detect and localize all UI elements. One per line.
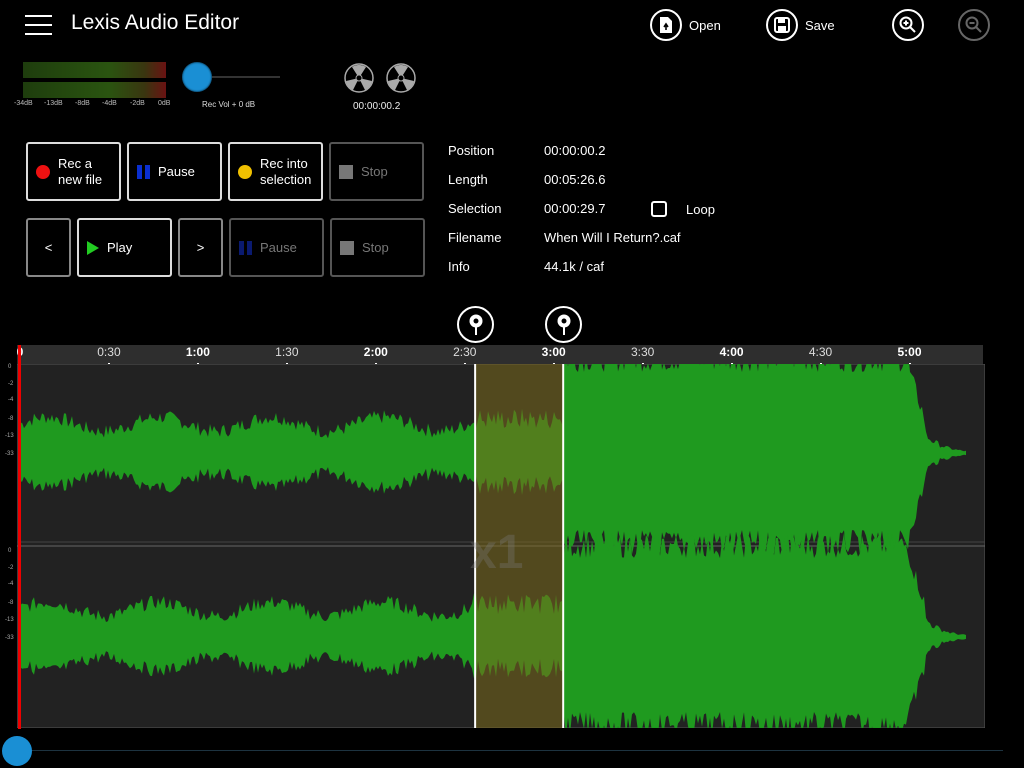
menu-icon[interactable] (25, 13, 52, 37)
db-label: -4 (8, 581, 14, 587)
db-label: -8 (8, 600, 14, 606)
loop-checkbox[interactable] (651, 201, 667, 217)
record-stop-button[interactable]: Stop (329, 142, 424, 201)
play-button[interactable]: Play (77, 218, 172, 277)
db-label: -13 (5, 617, 14, 623)
ruler-label: 5:00 (897, 345, 922, 359)
rec-volume-slider[interactable] (182, 62, 212, 92)
ruler-label: 2:30 (453, 345, 477, 359)
selection-value: 00:00:29.7 (544, 201, 606, 216)
db-label: -4 (8, 397, 14, 403)
zoom-in-icon (892, 9, 924, 41)
rec-volume-track[interactable] (205, 76, 280, 78)
stop-icon (340, 240, 354, 255)
play-pause-button[interactable]: Pause (229, 218, 324, 277)
length-value: 00:05:26.6 (544, 172, 606, 187)
info-label: Info (448, 259, 470, 274)
save-disk-icon (766, 9, 798, 41)
length-label: Length (448, 172, 488, 187)
rec-volume-label: Rec Vol + 0 dB (202, 100, 256, 109)
prev-button[interactable]: < (26, 218, 71, 277)
ruler-label: 2:00 (363, 345, 388, 359)
zoom-in-button[interactable] (892, 9, 924, 41)
tape-reel-icon (386, 63, 416, 93)
pin-icon (469, 314, 482, 335)
ruler-label: 3:30 (630, 345, 655, 359)
rec-new-file-button[interactable]: Rec a new file (26, 142, 121, 201)
filename-value: When Will I Return?.caf (544, 230, 681, 245)
record-dot-yellow-icon (238, 164, 252, 179)
play-stop-button[interactable]: Stop (330, 218, 425, 277)
zoom-out-button[interactable] (958, 9, 990, 41)
selection-start-marker[interactable] (457, 306, 494, 343)
db-label: 0 (8, 548, 12, 554)
save-label: Save (805, 17, 835, 33)
rec-into-selection-button[interactable]: Rec into selection (228, 142, 323, 201)
next-button[interactable]: > (178, 218, 223, 277)
pause-icon (137, 164, 150, 179)
ruler-label: 3:00 (541, 345, 566, 359)
ruler-label: 4:00 (719, 345, 744, 359)
db-label: -13 (5, 433, 14, 439)
filename-label: Filename (448, 230, 502, 245)
db-label: 0 (8, 364, 12, 370)
selection-label: Selection (448, 201, 502, 216)
scroll-knob[interactable] (2, 736, 32, 766)
stop-icon (339, 164, 353, 179)
record-pause-button[interactable]: Pause (127, 142, 222, 201)
save-button[interactable]: Save (766, 9, 835, 41)
pin-icon (557, 314, 570, 335)
pause-icon (239, 240, 252, 255)
db-label: -33 (5, 451, 14, 457)
db-label: -33 (5, 635, 14, 641)
reel-time: 00:00:00.2 (353, 101, 401, 112)
app-title: Lexis Audio Editor (71, 11, 240, 34)
zoom-level-label: x1 (470, 526, 524, 579)
position-label: Position (448, 143, 495, 158)
zoom-out-icon (958, 9, 990, 41)
level-meter-left (23, 62, 166, 78)
record-dot-icon (36, 164, 50, 179)
timeline-ruler[interactable]: 00:301:001:302:002:303:003:304:004:305:0… (17, 345, 983, 368)
open-label: Open (689, 17, 721, 33)
playhead[interactable] (17, 345, 21, 729)
db-label: -2 (8, 565, 14, 571)
loop-label: Loop (686, 202, 715, 217)
ruler-label: 4:30 (808, 345, 833, 359)
db-label: -2 (8, 381, 14, 387)
selection-end-marker[interactable] (545, 306, 582, 343)
ruler-label: 0:30 (97, 345, 121, 359)
open-button[interactable]: Open (650, 9, 721, 41)
ruler-label: 1:30 (275, 345, 299, 359)
tape-reel-icon (344, 63, 374, 93)
db-label: -8 (8, 416, 14, 422)
open-file-icon (650, 9, 682, 41)
play-icon (87, 240, 99, 255)
ruler-label: 1:00 (185, 345, 210, 359)
position-value: 00:00:00.2 (544, 143, 606, 158)
info-value: 44.1k / caf (544, 259, 604, 274)
scroll-track[interactable] (20, 750, 1003, 751)
level-meter-right (23, 82, 166, 98)
